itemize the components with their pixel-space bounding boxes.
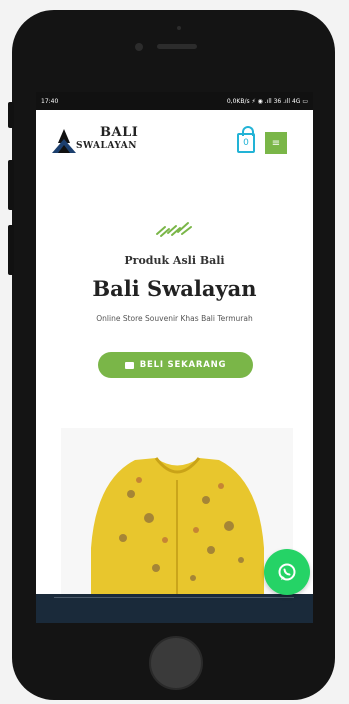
- phone-speaker: [157, 44, 197, 49]
- menu-icon: ≡: [271, 137, 281, 149]
- hero-tagline: Online Store Souvenir Khas Bali Termurah: [96, 314, 253, 323]
- phone-side-button: [8, 102, 14, 128]
- menu-button[interactable]: ≡: [265, 132, 287, 154]
- buy-now-label: BELI SEKARANG: [139, 360, 227, 370]
- phone-screen: 17:40 0,0KB/s ⚡ ◉ .ıll 36 .ıll 4G ▭ BALI…: [36, 92, 313, 623]
- batik-shirt-image: [61, 428, 293, 594]
- status-time: 17:40: [41, 97, 59, 105]
- status-indicators: 0,0KB/s ⚡ ◉ .ıll 36 .ıll 4G ▭: [226, 97, 308, 105]
- phone-side-button: [8, 160, 14, 210]
- hero-subtitle: Produk Asli Bali: [124, 254, 225, 267]
- leaf-icon: [156, 222, 192, 237]
- whatsapp-icon: [278, 563, 296, 581]
- home-button[interactable]: [149, 636, 203, 690]
- logo-text-top: BALI: [100, 125, 139, 140]
- divider: [54, 597, 294, 598]
- front-camera: [135, 43, 143, 51]
- whatsapp-button[interactable]: [264, 549, 310, 595]
- phone-sensor: [177, 26, 181, 30]
- site-logo[interactable]: BALI SWALAYAN: [50, 125, 160, 157]
- buy-now-button[interactable]: BELI SEKARANG: [98, 352, 253, 378]
- cart-icon: [124, 361, 134, 369]
- product-image: [61, 428, 293, 594]
- hero-title: Bali Swalayan: [92, 276, 257, 301]
- site-header: BALI SWALAYAN 0 ≡: [36, 110, 313, 174]
- hero-section: Produk Asli Bali Bali Swalayan Online St…: [36, 174, 313, 623]
- logo-text-bottom: SWALAYAN: [76, 141, 137, 151]
- phone-side-button: [8, 225, 14, 275]
- status-bar: 17:40 0,0KB/s ⚡ ◉ .ıll 36 .ıll 4G ▭: [36, 92, 313, 110]
- logo-mark-icon: [52, 129, 76, 153]
- dark-footer-band: [36, 594, 313, 623]
- cart-icon[interactable]: 0: [237, 126, 255, 153]
- cart-count: 0: [243, 138, 249, 148]
